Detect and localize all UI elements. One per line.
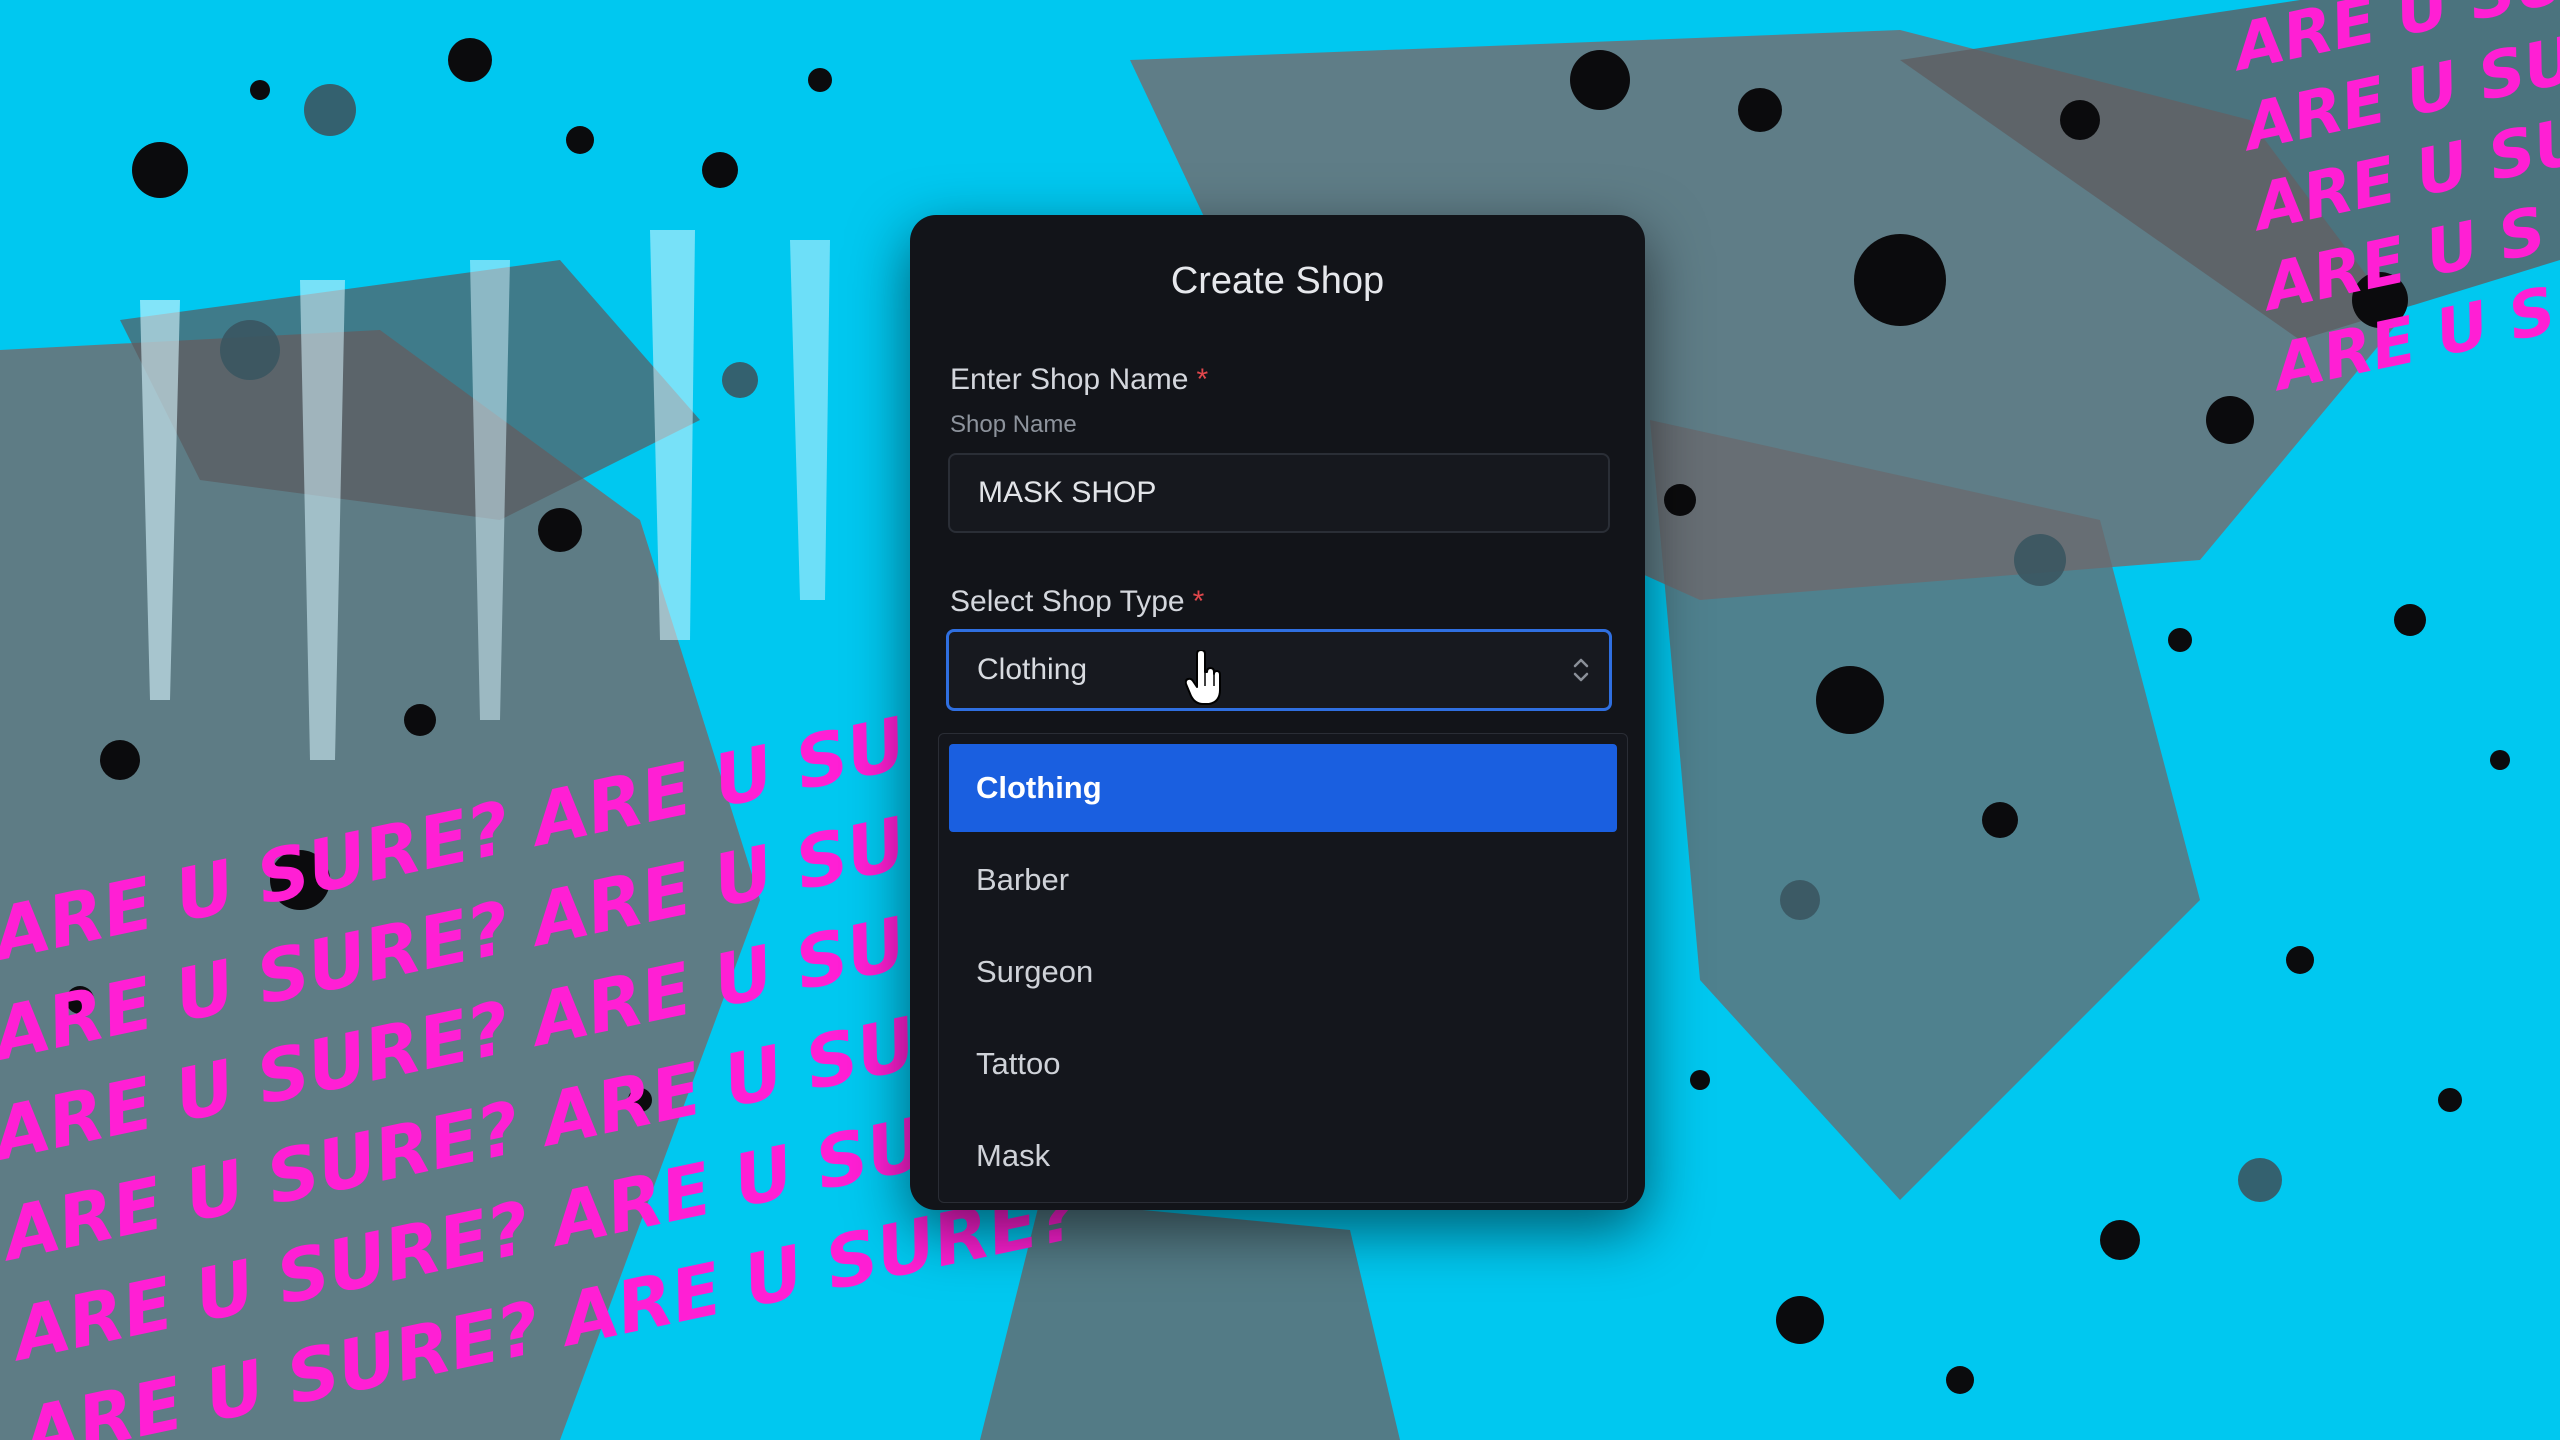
- shop-type-label: Select Shop Type *: [950, 585, 1204, 619]
- chevron-updown-icon: [1573, 658, 1589, 682]
- shop-type-selected-value: Clothing: [977, 653, 1088, 686]
- shop-name-label-text: Enter Shop Name: [950, 363, 1189, 396]
- option-surgeon[interactable]: Surgeon: [949, 928, 1617, 1016]
- hand-pointer-icon: [1185, 650, 1221, 705]
- option-clothing[interactable]: Clothing: [949, 744, 1617, 832]
- shop-type-select[interactable]: Clothing: [946, 629, 1612, 711]
- option-tattoo[interactable]: Tattoo: [949, 1020, 1617, 1108]
- option-mask[interactable]: Mask: [949, 1112, 1617, 1200]
- modal-title: Create Shop: [1170, 260, 1385, 302]
- option-barber[interactable]: Barber: [949, 836, 1617, 924]
- shop-type-label-text: Select Shop Type: [950, 585, 1185, 618]
- shop-name-sublabel: Shop Name: [950, 411, 1077, 438]
- required-mark: *: [1196, 363, 1209, 396]
- shop-name-label: Enter Shop Name *: [950, 363, 1208, 397]
- required-mark: *: [1192, 585, 1205, 618]
- shop-type-dropdown: Clothing Barber Surgeon Tattoo Mask: [938, 733, 1628, 1203]
- create-shop-modal: Create Shop Enter Shop Name * Shop Name M…: [910, 215, 1645, 1210]
- shop-name-input[interactable]: MASK SHOP: [948, 453, 1610, 533]
